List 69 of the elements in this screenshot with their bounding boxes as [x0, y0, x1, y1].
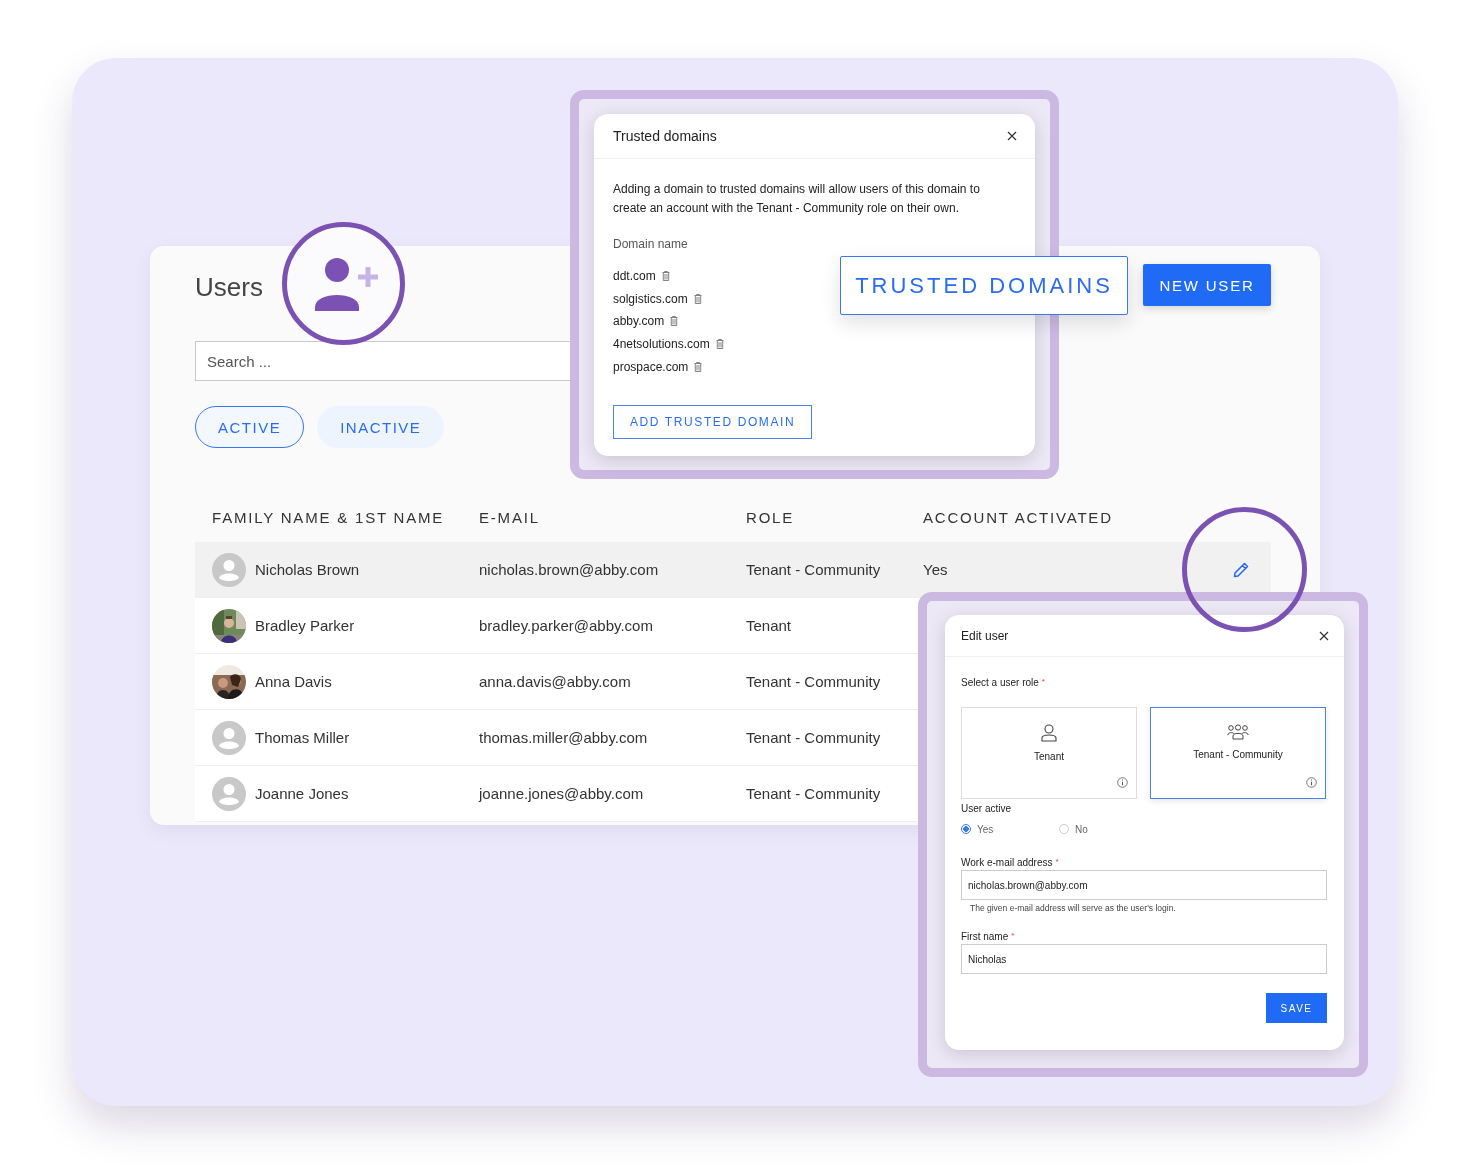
user-email: nicholas.brown@abby.com — [479, 561, 659, 578]
user-name: Joanne Jones — [255, 785, 349, 802]
filter-tab[interactable]: INACTIVE — [317, 406, 445, 448]
user-name: Thomas Miller — [255, 729, 350, 746]
new-user-button[interactable]: NEW USER — [1143, 264, 1271, 306]
field-hint: The given e-mail address will serve as the user's login. — [970, 903, 1176, 913]
role-label: Tenant — [1034, 751, 1064, 762]
column-header: ACCOUNT ACTIVATED — [923, 508, 1113, 526]
add-domain-button[interactable]: ADD TRUSTED DOMAIN — [613, 404, 813, 439]
radio-button[interactable] — [961, 824, 971, 834]
info-icon[interactable] — [1117, 777, 1128, 788]
radio-label: Yes — [977, 823, 994, 835]
required-mark: * — [1011, 931, 1015, 940]
column-header: E-MAIL — [479, 508, 540, 526]
avatar-icon — [212, 552, 246, 587]
table-row[interactable]: Nicholas Brown nicholas.brown@abby.com Tenant - Community Yes — [195, 542, 1271, 598]
list-label: Domain name — [613, 237, 688, 253]
field-label: User active — [961, 803, 1011, 814]
user-email: thomas.miller@abby.com — [479, 729, 648, 746]
avatar-icon — [212, 776, 246, 811]
domain-name: ddt.com — [613, 269, 656, 284]
input-field[interactable]: Nicholas — [961, 944, 1327, 974]
column-header: FAMILY NAME & 1ST NAME — [212, 508, 445, 526]
field-label: First name — [961, 931, 1009, 942]
role-option[interactable]: Tenant - Community — [1150, 707, 1326, 799]
dialog-title: Trusted domains — [613, 128, 717, 144]
user-role: Tenant - Community — [746, 673, 881, 690]
close-icon[interactable] — [1319, 630, 1329, 641]
trusted-domains-button[interactable]: TRUSTED DOMAINS — [840, 256, 1128, 315]
group-icon — [1227, 724, 1249, 740]
user-role: Tenant - Community — [746, 561, 881, 578]
trash-icon[interactable] — [715, 339, 724, 350]
required-mark: * — [1041, 677, 1045, 686]
user-name: Nicholas Brown — [255, 561, 360, 578]
user-role: Tenant — [746, 617, 792, 634]
domain-name: 4netsolutions.com — [613, 337, 710, 352]
user-name: Bradley Parker — [255, 617, 355, 634]
user-email: anna.davis@abby.com — [479, 673, 631, 690]
role-option[interactable]: Tenant — [961, 707, 1137, 799]
user-role: Tenant - Community — [746, 729, 881, 746]
close-icon[interactable] — [1007, 131, 1017, 141]
domain-name: abby.com — [613, 314, 665, 329]
field-label: Work e-mail address — [961, 857, 1053, 868]
user-role: Tenant - Community — [746, 785, 881, 802]
dialog-description: Adding a domain to trusted domains will allow users of this domain to create an account with the Tenant - Community role on their own. — [613, 181, 981, 217]
user-name: Anna Davis — [255, 673, 332, 690]
person-icon — [1041, 724, 1057, 742]
info-icon[interactable] — [1306, 777, 1317, 788]
input-field[interactable]: nicholas.brown@abby.com — [961, 870, 1327, 900]
radio-label: No — [1075, 823, 1088, 835]
field-label: Select a user role — [961, 677, 1039, 688]
avatar-icon — [212, 720, 246, 755]
trash-icon[interactable] — [693, 293, 702, 304]
trash-icon[interactable] — [694, 361, 703, 372]
user-email: joanne.jones@abby.com — [479, 785, 644, 802]
dialog-title: Edit user — [961, 628, 1009, 643]
required-mark: * — [1055, 857, 1059, 866]
domain-name: prospace.com — [613, 359, 689, 374]
trash-icon[interactable] — [661, 271, 670, 282]
domain-name: solgistics.com — [613, 291, 688, 306]
account-activated: Yes — [923, 561, 948, 578]
radio-button[interactable] — [1059, 824, 1069, 834]
column-header: ROLE — [746, 508, 795, 526]
user-email: bradley.parker@abby.com — [479, 617, 653, 634]
page-title: Users — [195, 272, 263, 304]
filter-tab[interactable]: ACTIVE — [195, 406, 305, 448]
trash-icon[interactable] — [670, 316, 679, 327]
save-button[interactable]: SAVE — [1266, 993, 1327, 1023]
add-user-icon — [314, 257, 378, 311]
